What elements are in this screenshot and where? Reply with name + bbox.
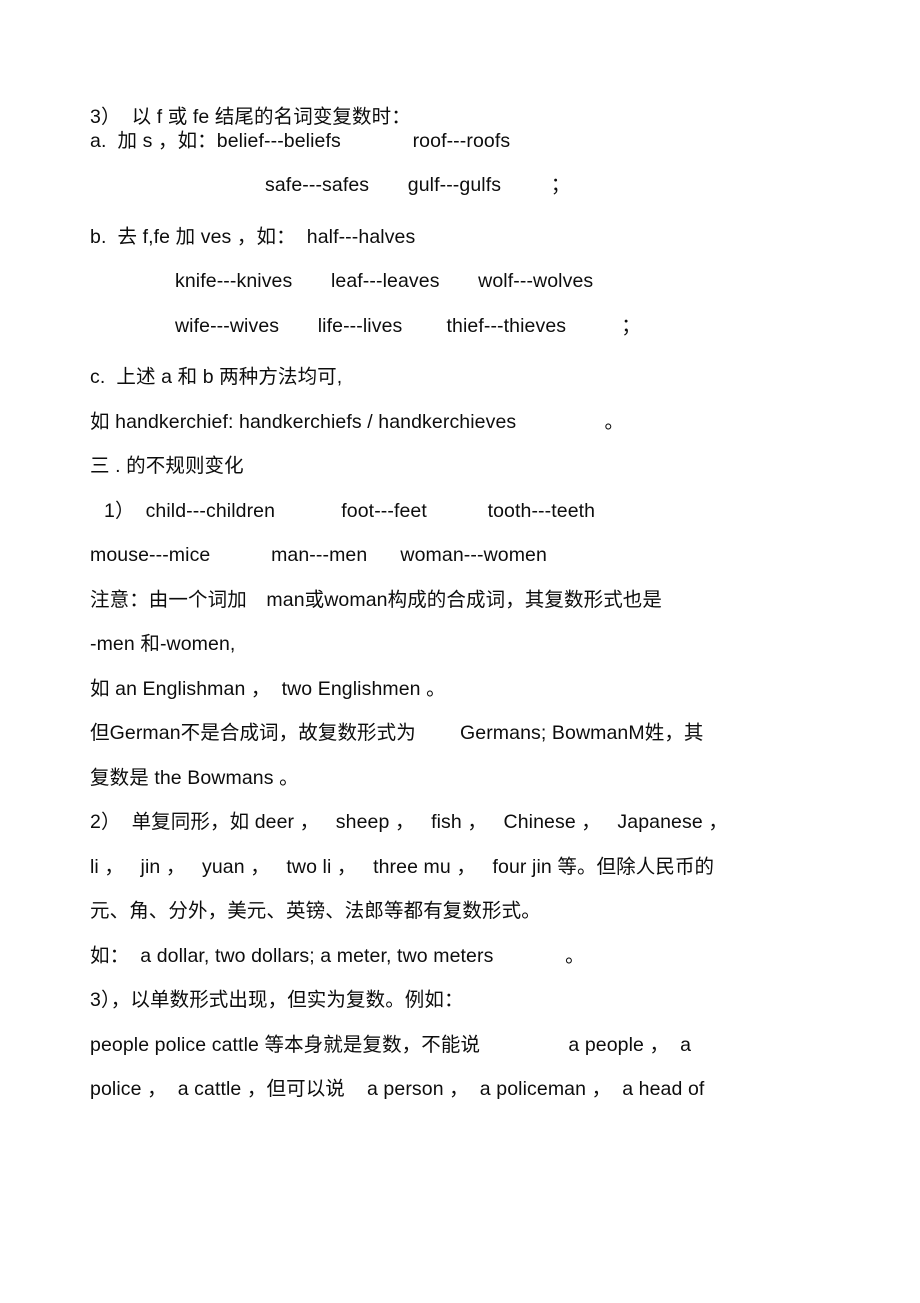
text-line-1-examples-1: 1） child---children foot---feet tooth---…: [104, 499, 596, 522]
text-line-englishman: 如 an Englishman ， two Englishmen 。: [90, 677, 446, 700]
text-line-b-examples-1: knife---knives leaf---leaves wolf---wolv…: [175, 270, 594, 292]
text-line-b-rule: b. 去 f,fe 加 ves ，如： half---halves: [90, 225, 416, 248]
section-heading-three: 三 . 的不规则变化: [90, 455, 244, 477]
text-line-c-rule: c. 上述 a 和 b 两种方法均可,: [90, 366, 343, 388]
text-line-2-invariant: 2） 单复同形，如 deer ， sheep ， fish ， Chinese …: [90, 811, 728, 833]
text-line-3-people-police: people police cattle 等本身就是复数，不能说 a peopl…: [90, 1033, 692, 1056]
text-line-men-women-suffix: -men 和-women,: [90, 633, 236, 655]
text-line-note-compound: 注意：由一个词加 man或woman构成的合成词，其复数形式也是: [90, 588, 662, 611]
text-line-3-singular-form: 3），以单数形式出现，但实为复数。例如：: [90, 989, 464, 1011]
text-line-a-examples: safe---safes gulf---gulfs ；: [265, 174, 571, 196]
text-line-3-heading: 3） 以 f 或 fe 结尾的名词变复数时：: [90, 106, 411, 128]
document-page: 3） 以 f 或 fe 结尾的名词变复数时： a. 加 s ，如：belief-…: [0, 0, 920, 1303]
text-line-2-units: li ， jin ， yuan ， two li ， three mu ， fo…: [90, 855, 715, 878]
text-line-2-example: 如： a dollar, two dollars; a meter, two m…: [90, 944, 585, 967]
document-body: 3） 以 f 或 fe 结尾的名词变复数时： a. 加 s ，如：belief-…: [90, 104, 835, 1100]
text-line-1-examples-2: mouse---mice man---men woman---women: [90, 544, 547, 566]
text-line-b-examples-2: wife---wives life---lives thief---thieve…: [175, 314, 641, 337]
text-line-3-person-policeman: police ， a cattle ，但可以说 a person ， a pol…: [90, 1078, 705, 1100]
text-line-a-rule: a. 加 s ，如：belief---beliefs roof---roofs: [90, 129, 511, 152]
text-line-bowmans: 复数是 the Bowmans 。: [90, 766, 299, 789]
text-line-c-example: 如 handkerchief: handkerchiefs / handkerc…: [90, 410, 625, 433]
text-line-2-currency: 元、角、分外，美元、英镑、法郎等都有复数形式。: [90, 900, 541, 922]
text-line-german-bowman: 但German不是合成词，故复数形式为 Germans; BowmanM姓，其: [90, 722, 704, 744]
